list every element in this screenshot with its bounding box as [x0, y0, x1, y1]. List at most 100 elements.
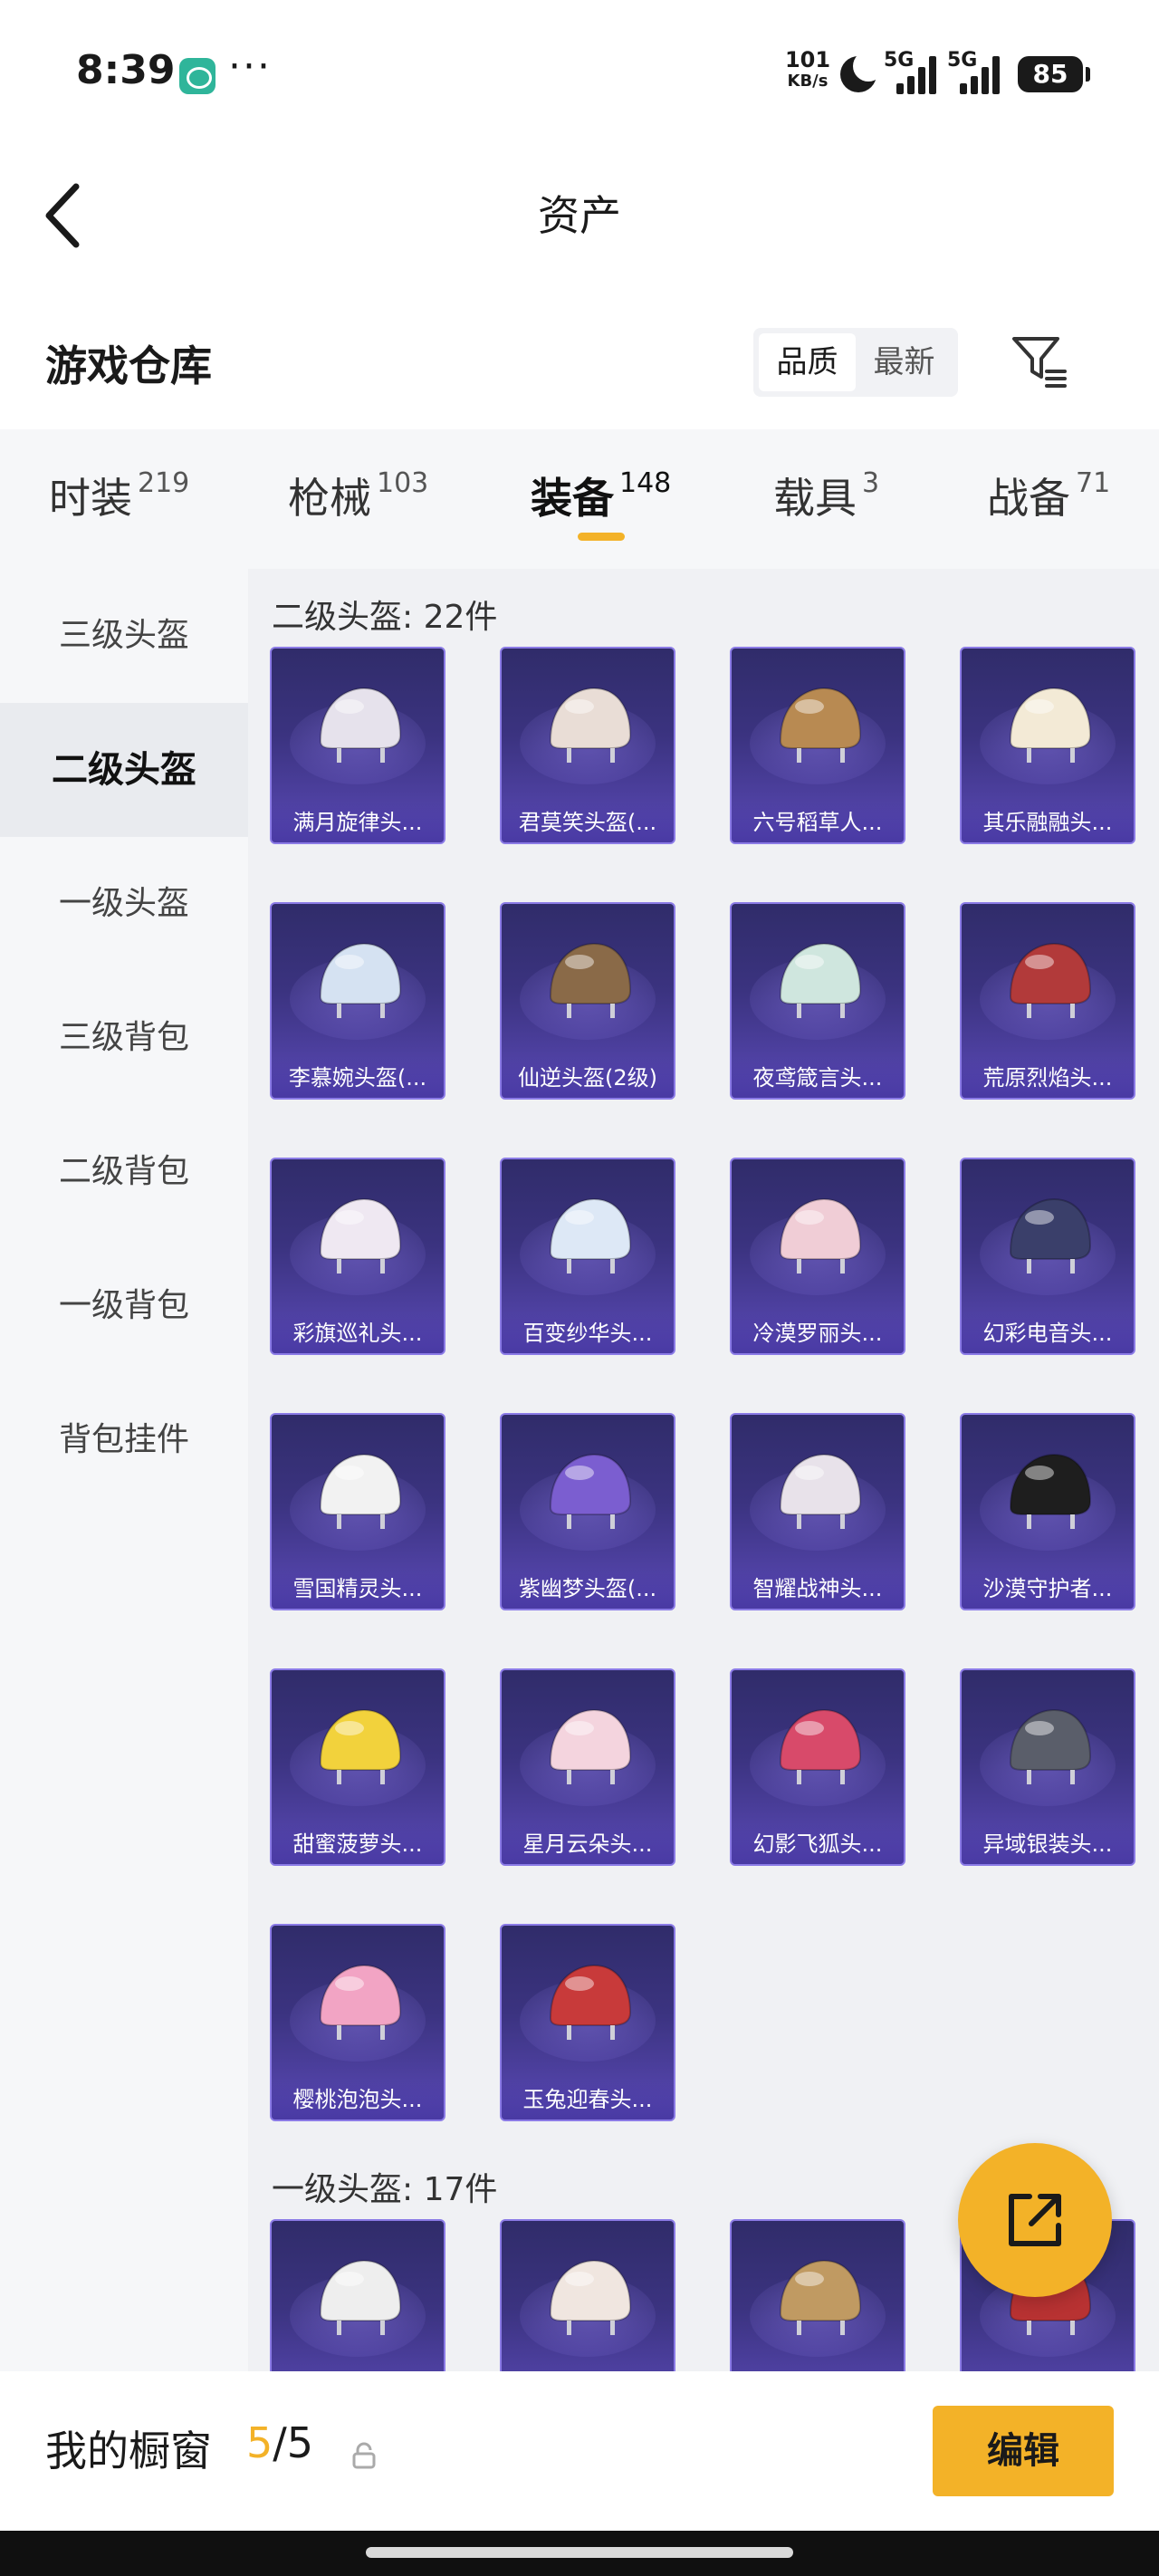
item-name: 甜蜜菠萝头... [272, 1824, 444, 1864]
item-card[interactable]: 其乐融融头... [960, 647, 1135, 844]
warehouse-title: 游戏仓库 [45, 341, 212, 390]
helmet-icon [319, 687, 402, 763]
item-card[interactable]: 百变纱华头... [500, 1158, 675, 1355]
sidebar-item-level3-helmet[interactable]: 三级头盔 [0, 569, 248, 703]
item-card[interactable]: 雪国精灵头... [270, 1413, 445, 1610]
item-name: 玉兔迎春头... [502, 2080, 674, 2119]
item-card[interactable]: 幻影飞狐头... [730, 1668, 905, 1866]
helmet-icon [319, 1964, 402, 2040]
wechat-icon [179, 58, 216, 94]
sim2-label: 5G [947, 49, 978, 72]
lock-icon [352, 2442, 376, 2469]
item-card[interactable]: 玉兔迎春头... [500, 1924, 675, 2121]
section-title: 一级头盔: 17件 [272, 2171, 498, 2208]
helmet-icon [319, 942, 402, 1018]
helmet-icon [779, 687, 862, 763]
item-card[interactable] [270, 2219, 445, 2371]
item-card[interactable]: 幻彩电音头... [960, 1158, 1135, 1355]
showcase-total: 5 [286, 2418, 314, 2467]
item-name: 幻影飞狐头... [732, 1824, 904, 1864]
item-card[interactable]: 荒原烈焰头... [960, 902, 1135, 1100]
sim1-label: 5G [884, 49, 915, 72]
item-name: 雪国精灵头... [272, 1569, 444, 1609]
item-name: 冷漠罗丽头... [732, 1313, 904, 1353]
network-speed: 101 KB/s [781, 49, 835, 92]
sidebar-item-level1-backpack[interactable]: 一级背包 [0, 1239, 248, 1373]
item-name: 李慕婉头盔(... [272, 1058, 444, 1098]
tab-count: 103 [377, 467, 429, 499]
item-card[interactable]: 彩旗巡礼头... [270, 1158, 445, 1355]
helmet-icon [319, 1197, 402, 1274]
showcase-separator: / [273, 2418, 287, 2467]
title-bar: 资产 [0, 145, 1159, 281]
signal-icon: 5G [947, 49, 1007, 94]
tab-firearms[interactable]: 枪械 103 [288, 466, 428, 525]
helmet-icon [549, 942, 632, 1018]
showcase-count: 5/5 [246, 2418, 313, 2467]
helmet-icon [549, 687, 632, 763]
item-card[interactable]: 仙逆头盔(2级) [500, 902, 675, 1100]
tab-vehicles[interactable]: 载具 3 [773, 466, 879, 525]
item-card[interactable]: 智耀战神头... [730, 1413, 905, 1610]
sidebar-item-level2-backpack[interactable]: 二级背包 [0, 1105, 248, 1239]
item-name: 沙漠守护者... [962, 1569, 1134, 1609]
item-card[interactable]: 夜鸢箴言头... [730, 902, 905, 1100]
helmet-icon [1009, 1197, 1092, 1274]
tab-label: 载具 [773, 474, 857, 523]
tab-count: 219 [138, 467, 190, 499]
item-name: 荒原烈焰头... [962, 1058, 1134, 1098]
sidebar-item-level3-backpack[interactable]: 三级背包 [0, 971, 248, 1105]
share-button[interactable] [958, 2143, 1112, 2297]
sidebar-item-level2-helmet[interactable]: 二级头盔 [0, 703, 248, 837]
tab-count: 3 [862, 467, 880, 499]
item-card[interactable]: 紫幽梦头盔(... [500, 1413, 675, 1610]
item-card[interactable]: 冷漠罗丽头... [730, 1158, 905, 1355]
edit-button[interactable]: 编辑 [933, 2406, 1114, 2496]
item-name: 樱桃泡泡头... [272, 2080, 444, 2119]
helmet-icon [1009, 687, 1092, 763]
network-speed-unit: KB/s [787, 72, 829, 91]
item-card[interactable]: 甜蜜菠萝头... [270, 1668, 445, 1866]
sidebar-item-level1-helmet[interactable]: 一级头盔 [0, 837, 248, 971]
sort-newest-option[interactable]: 最新 [856, 333, 953, 391]
item-card[interactable]: 李慕婉头盔(... [270, 902, 445, 1100]
item-grid-area[interactable]: 二级头盔: 22件 满月旋律头... 君莫笑头盔(... 六号稻草人... 其乐融融头.… [248, 569, 1159, 2371]
item-card[interactable] [500, 2219, 675, 2371]
share-icon [1009, 2194, 1061, 2246]
item-card[interactable]: 满月旋律头... [270, 647, 445, 844]
showcase-label: 我的橱窗 [45, 2427, 212, 2475]
tab-label: 装备 [531, 474, 614, 523]
tab-equipment[interactable]: 装备 148 [531, 466, 671, 525]
helmet-icon [779, 942, 862, 1018]
item-card[interactable]: 异域银装头... [960, 1668, 1135, 1866]
item-card[interactable]: 沙漠守护者... [960, 1413, 1135, 1610]
tab-count: 71 [1076, 467, 1111, 499]
category-tabs: 时装 219 枪械 103 装备 148 载具 3 战备 71 [0, 429, 1159, 569]
showcase-bar: 我的橱窗 5/5 编辑 [0, 2371, 1159, 2531]
showcase-current: 5 [246, 2418, 273, 2467]
tab-fashion[interactable]: 时装 219 [49, 466, 189, 525]
helmet-icon [779, 1453, 862, 1529]
helmet-icon [549, 2259, 632, 2335]
tab-supplies[interactable]: 战备 71 [987, 466, 1110, 525]
item-card[interactable] [730, 2219, 905, 2371]
item-card[interactable]: 星月云朵头... [500, 1668, 675, 1866]
helmet-icon [779, 1708, 862, 1784]
sidebar-item-backpack-charm[interactable]: 背包挂件 [0, 1373, 248, 1507]
filter-icon[interactable] [1011, 332, 1068, 389]
item-name: 紫幽梦头盔(... [502, 1569, 674, 1609]
item-card[interactable]: 樱桃泡泡头... [270, 1924, 445, 2121]
item-card[interactable]: 君莫笑头盔(... [500, 647, 675, 844]
helmet-icon [319, 2259, 402, 2335]
tab-count: 148 [619, 467, 672, 499]
item-card[interactable]: 六号稻草人... [730, 647, 905, 844]
status-bar: 8:39 ··· 101 KB/s 5G 5G 85 [0, 0, 1159, 145]
home-indicator[interactable] [366, 2547, 793, 2558]
item-name: 六号稻草人... [732, 803, 904, 842]
page-title: 资产 [538, 191, 621, 240]
sort-quality-option[interactable]: 品质 [759, 333, 856, 391]
helmet-icon [549, 1964, 632, 2040]
helmet-icon [549, 1708, 632, 1784]
moon-icon [840, 51, 884, 92]
tab-label: 时装 [49, 474, 132, 523]
